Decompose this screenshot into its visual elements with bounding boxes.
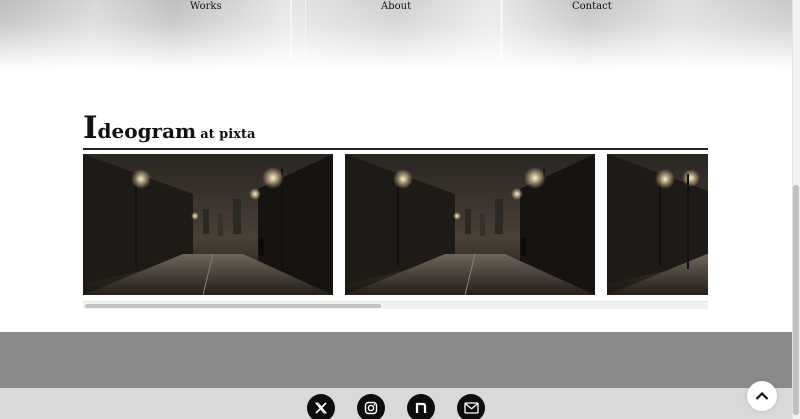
gallery-card[interactable] bbox=[345, 154, 595, 295]
page-scrollbar-thumb[interactable] bbox=[793, 185, 799, 415]
top-nav: Works About Contact bbox=[0, 0, 792, 16]
nav-about[interactable]: About bbox=[381, 0, 411, 14]
gallery-card[interactable] bbox=[83, 154, 333, 295]
night-street-image bbox=[607, 154, 708, 295]
mail-icon[interactable] bbox=[457, 394, 485, 419]
title-suffix: at pixta bbox=[200, 127, 256, 142]
title-rest: deogram bbox=[97, 119, 197, 143]
carousel-scrollbar-thumb[interactable] bbox=[85, 304, 381, 308]
image-carousel[interactable] bbox=[83, 154, 708, 295]
carousel-scrollbar[interactable] bbox=[83, 301, 708, 309]
instagram-icon[interactable] bbox=[357, 394, 385, 419]
x-icon[interactable] bbox=[307, 394, 335, 419]
footer-bar bbox=[0, 388, 792, 419]
note-icon[interactable] bbox=[407, 394, 435, 419]
footer-band bbox=[0, 332, 792, 388]
nav-works[interactable]: Works bbox=[190, 0, 222, 14]
night-street-image bbox=[345, 154, 595, 295]
section-title: I deogram at pixta bbox=[83, 113, 255, 145]
chevron-up-icon bbox=[755, 391, 769, 400]
night-street-image bbox=[83, 154, 333, 295]
gallery-card[interactable] bbox=[607, 154, 708, 295]
page-scrollbar[interactable] bbox=[792, 0, 800, 419]
title-initial: I bbox=[83, 110, 98, 146]
title-divider bbox=[83, 148, 708, 150]
back-to-top-button[interactable] bbox=[747, 381, 777, 411]
nav-contact[interactable]: Contact bbox=[572, 0, 612, 14]
